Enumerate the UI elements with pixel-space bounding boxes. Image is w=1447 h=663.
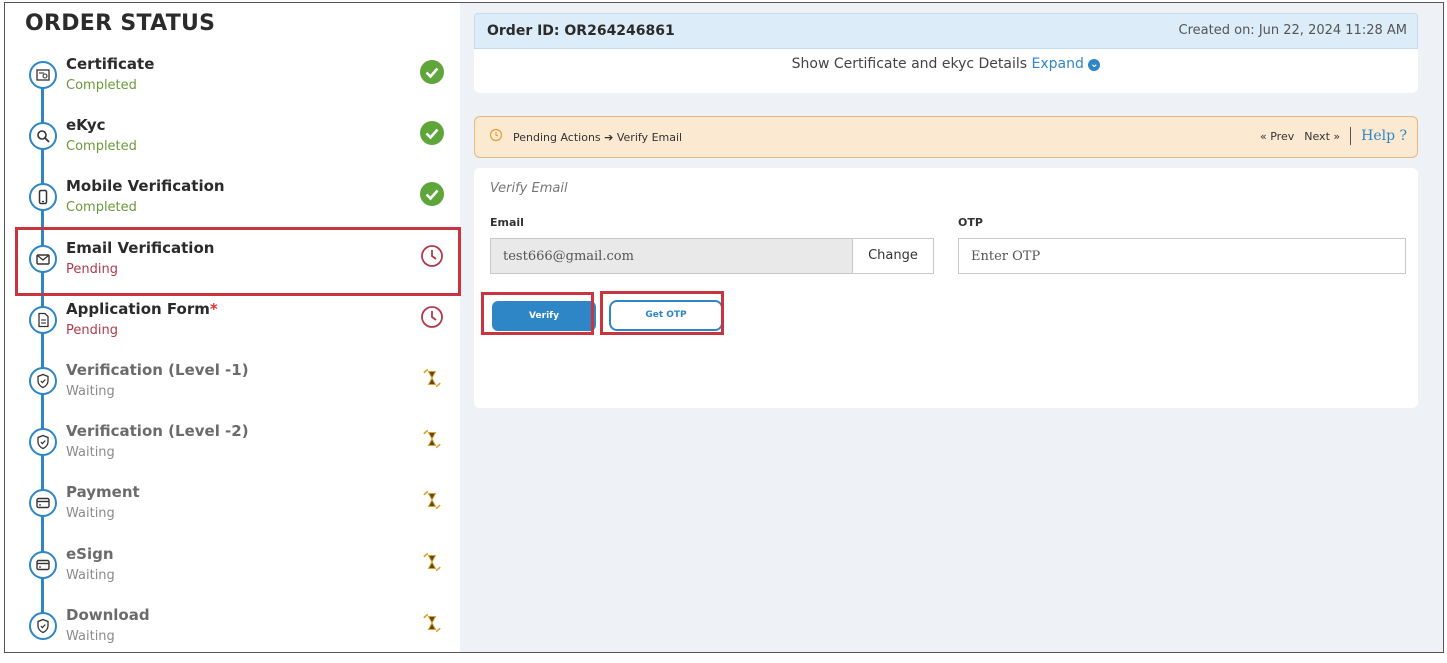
step-download[interactable]: Download Waiting [5,602,460,663]
next-link[interactable]: Next » [1304,130,1340,143]
hourglass-icon [423,613,441,633]
shield-icon [29,428,57,457]
chevron-down-circle-icon[interactable]: ⌄ [1088,59,1101,71]
email-label: Email [490,216,524,229]
email-field[interactable]: test666@gmail.com [490,238,852,274]
step-status: Waiting [66,628,115,644]
step-application-form[interactable]: Application Form* Pending [5,296,460,357]
step-esign[interactable]: eSign Waiting [5,541,460,602]
hourglass-icon [423,491,441,510]
certificate-icon [29,61,57,89]
step-name-text: Mobile Verification [66,177,225,196]
otp-input[interactable]: Enter OTP [958,238,1406,274]
expand-link[interactable]: Expand ⌄ [1032,56,1101,72]
step-status: Completed [66,139,137,155]
step-name: Payment [66,483,140,501]
step-name: eKyc [66,116,106,134]
step-ekyc[interactable]: eKyc Completed [5,112,460,173]
clock-icon [489,128,503,142]
order-header: Order ID: OR264246861 Created on: Jun 22… [474,13,1418,49]
certificate-details-text: Show Certificate and ekyc Details Expand… [474,56,1418,72]
step-certificate[interactable]: Certificate Completed [5,51,460,112]
step-name-text: Download [66,605,150,624]
step-name: eSign [66,545,114,563]
form-title: Verify Email [490,181,568,196]
step-name: Application Form* [66,300,218,318]
email-step-highlight [15,227,461,296]
expand-label[interactable]: Expand [1032,56,1084,72]
step-name: Mobile Verification [66,177,225,195]
step-name-text: Verification (Level -1) [66,361,249,379]
step-payment[interactable]: Payment Waiting [5,479,460,540]
get-otp-button-highlight [600,291,724,335]
step-name: Verification (Level -1) [66,361,249,379]
step-status: Waiting [66,506,115,522]
pending-actions-breadcrumb: Pending Actions ➔ Verify Email [513,131,683,144]
verify-button-highlight [481,292,594,335]
step-status: Pending [66,322,118,338]
change-email-button[interactable]: Change [852,238,934,274]
step-navigation: « Prev Next » Help ? [1260,127,1407,145]
step-verification-level-2[interactable]: Verification (Level -2) Waiting [5,418,460,479]
card-icon [29,550,57,579]
hourglass-icon [423,429,441,449]
search-id-icon [29,122,57,151]
step-status: Waiting [66,445,115,461]
step-status: Completed [66,78,137,93]
step-name-text: Payment [66,483,140,502]
step-status: Completed [66,200,137,216]
certificate-details-bar: Show Certificate and ekyc Details Expand… [474,49,1418,93]
order-id: Order ID: OR264246861 [487,23,675,39]
certificate-details-label: Show Certificate and ekyc Details [791,56,1028,72]
mobile-icon [29,183,57,212]
help-link[interactable]: Help ? [1361,128,1407,144]
prev-link[interactable]: « Prev [1260,130,1294,143]
document-icon [29,305,57,334]
sidebar-title: ORDER STATUS [25,11,216,36]
check-circle-icon [420,60,444,84]
shield-icon [29,367,57,395]
step-name: Download [66,606,150,624]
step-status: Waiting [66,567,115,583]
app-frame: ORDER STATUS Certificate Completed eKyc Com… [4,2,1444,653]
pending-actions-bar: Pending Actions ➔ Verify Email « Prev Ne… [474,116,1418,158]
step-name-text: eKyc [66,116,106,135]
order-status-sidebar: ORDER STATUS Certificate Completed eKyc Com… [5,3,461,652]
check-circle-icon [420,182,444,207]
step-verification-level-1[interactable]: Verification (Level -1) Waiting [5,357,460,418]
created-on: Created on: Jun 22, 2024 11:28 AM [1178,23,1407,38]
clock-icon [421,305,443,328]
step-name-text: Verification (Level -2) [66,422,249,441]
verify-email-card: Verify Email Email OTP test666@gmail.com… [474,168,1418,408]
hourglass-icon [423,368,441,388]
hourglass-icon [423,552,441,571]
step-status: Waiting [66,384,115,399]
step-name-text: eSign [66,544,114,563]
required-mark: * [209,299,218,318]
check-circle-icon [420,121,444,146]
step-name-text: Certificate [66,55,155,73]
nav-divider [1350,127,1352,145]
step-name: Certificate [66,55,154,73]
card-icon [29,489,57,518]
step-name-text: Application Form [66,299,210,318]
step-mobile-verification[interactable]: Mobile Verification Completed [5,173,460,234]
step-name: Verification (Level -2) [66,422,249,440]
otp-label: OTP [958,216,983,229]
shield-icon [29,611,57,640]
